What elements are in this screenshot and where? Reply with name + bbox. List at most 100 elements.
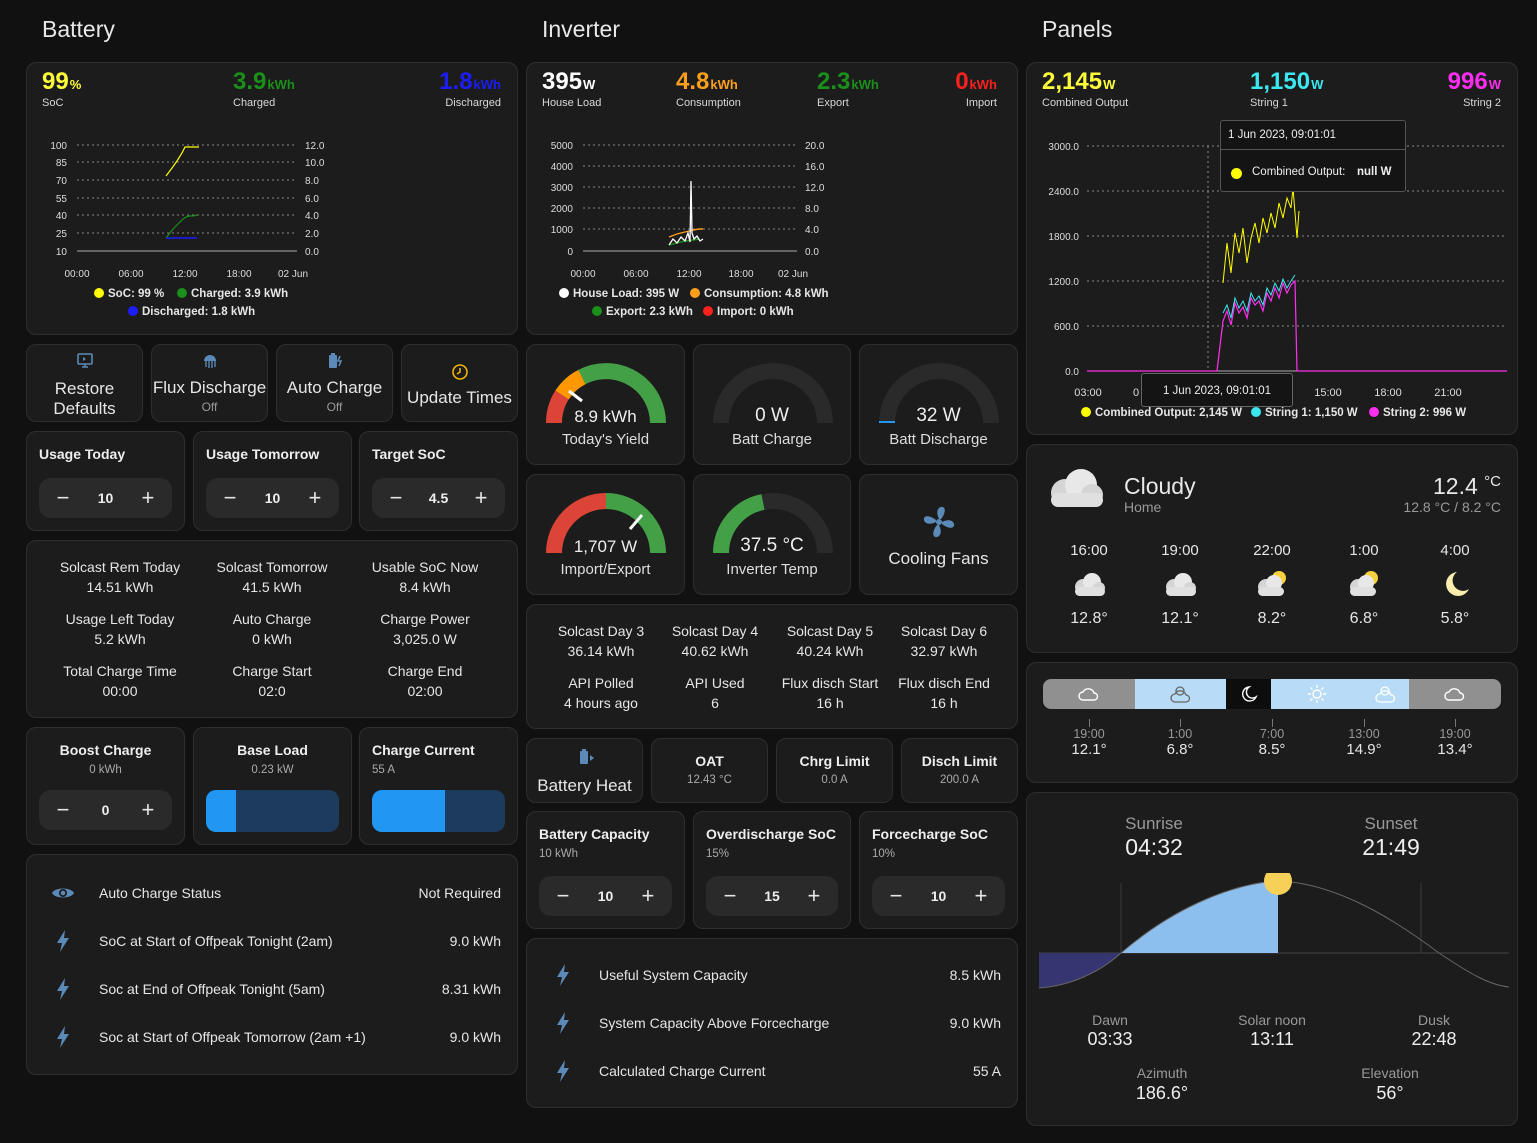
usage-today-value[interactable]: 10 xyxy=(98,490,114,506)
entity-row[interactable]: Calculated Charge Current 55 A xyxy=(527,1047,1017,1095)
entity-row[interactable]: SoC at Start of Offpeak Tonight (2am) 9.0… xyxy=(27,917,517,965)
chrg-limit-card[interactable]: Chrg Limit 0.0 A xyxy=(776,738,893,803)
charge-current-slider[interactable] xyxy=(372,790,505,832)
overdischarge-soc-value[interactable]: 15 xyxy=(764,888,780,904)
info-api-used[interactable]: API Used 6 xyxy=(655,673,775,713)
info-api-polled[interactable]: API Polled 4 hours ago xyxy=(541,673,661,713)
panels-history-card[interactable]: 2,145W Combined Output 1,150W String 1 9… xyxy=(1026,62,1518,435)
flux-discharge-button[interactable]: Flux Discharge Off xyxy=(151,344,268,422)
update-times-button[interactable]: Update Times xyxy=(401,344,518,422)
string-1-unit: W xyxy=(1311,77,1324,92)
boost-charge-value[interactable]: 0 xyxy=(102,802,110,818)
sun-position-card[interactable]: Sunrise 04:32 Sunset 21:49 Dawn 03:33 So… xyxy=(1026,792,1518,1126)
info-charge-power[interactable]: Charge Power 3,025.0 W xyxy=(345,609,505,649)
info-charge-end[interactable]: Charge End 02:00 xyxy=(345,661,505,701)
increment-button[interactable]: + xyxy=(971,883,991,909)
weather-temp-unit: °C xyxy=(1484,473,1501,490)
restore-defaults-button[interactable]: Restore Defaults xyxy=(26,344,143,422)
increment-button[interactable]: + xyxy=(138,797,158,823)
legend-charged[interactable]: Charged: 3.9 kWh xyxy=(191,288,288,300)
legend-house-load[interactable]: House Load: 395 W xyxy=(573,288,679,300)
info-total-charge-time[interactable]: Total Charge Time 00:00 xyxy=(40,661,200,701)
battery-history-card[interactable]: 99% SoC 3.9kWh Charged 1.8kWh Discharged… xyxy=(26,62,518,335)
charge-info-grid: Solcast Rem Today 14.51 kWh Solcast Tomor… xyxy=(26,540,518,718)
weather-forecast-card[interactable]: Cloudy Home 12.4 °C 12.8 °C / 8.2 °C 16:… xyxy=(1026,444,1518,653)
legend-combined[interactable]: Combined Output: 2,145 W xyxy=(1095,407,1242,419)
info-name: Usable SoC Now xyxy=(371,559,479,575)
batt-charge-gauge-card[interactable]: 0 W Batt Charge xyxy=(693,344,851,465)
info-solcast-day-5[interactable]: Solcast Day 5 40.24 kWh xyxy=(770,621,890,661)
usage-today-card: Usage Today − 10 + xyxy=(26,431,185,531)
decrement-button[interactable]: − xyxy=(220,485,240,511)
forecast-temp: 5.8° xyxy=(1440,610,1470,627)
battery-x-tick: 18:00 xyxy=(226,269,251,280)
base-load-title: Base Load xyxy=(237,742,308,758)
decrement-button[interactable]: − xyxy=(386,485,406,511)
legend-export[interactable]: Export: 2.3 kWh xyxy=(606,306,693,318)
tooltip-series: Combined Output: xyxy=(1252,166,1346,178)
timeline-segment-sunny xyxy=(1271,679,1363,709)
info-solcast-day-3[interactable]: Solcast Day 3 36.14 kWh xyxy=(541,621,661,661)
info-flux-disch-end[interactable]: Flux disch End 16 h xyxy=(884,673,1004,713)
info-solcast-day-6[interactable]: Solcast Day 6 32.97 kWh xyxy=(884,621,1004,661)
inverter-history-card[interactable]: 395W House Load 4.8kWh Consumption 2.3kW… xyxy=(526,62,1018,335)
legend-soc[interactable]: SoC: 99 % xyxy=(108,288,164,300)
target-soc-value[interactable]: 4.5 xyxy=(429,490,448,506)
legend-string-2[interactable]: String 2: 996 W xyxy=(1383,407,1466,419)
forcecharge-soc-value[interactable]: 10 xyxy=(931,888,947,904)
inverter-temp-gauge-card[interactable]: 37.5 °C Inverter Temp xyxy=(693,474,851,595)
batt-discharge-label: Batt Discharge xyxy=(889,431,988,448)
decrement-button[interactable]: − xyxy=(553,883,573,909)
info-auto-charge[interactable]: Auto Charge 0 kWh xyxy=(192,609,352,649)
disch-limit-card[interactable]: Disch Limit 200.0 A xyxy=(901,738,1018,803)
entity-row[interactable]: Auto Charge Status Not Required xyxy=(27,869,517,917)
entity-row[interactable]: Useful System Capacity 8.5 kWh xyxy=(527,951,1017,999)
decrement-button[interactable]: − xyxy=(886,883,906,909)
usage-today-title: Usage Today xyxy=(39,446,126,462)
weather-temperature: 12.4 °C xyxy=(1433,473,1501,500)
batt-discharge-gauge-card[interactable]: 32 W Batt Discharge xyxy=(859,344,1018,465)
battery-heat-button[interactable]: Battery Heat xyxy=(526,738,643,803)
info-usage-left-today[interactable]: Usage Left Today 5.2 kWh xyxy=(40,609,200,649)
info-solcast-rem-today[interactable]: Solcast Rem Today 14.51 kWh xyxy=(40,557,200,597)
battery-heat-icon xyxy=(580,749,594,764)
base-load-slider[interactable] xyxy=(206,790,339,832)
increment-button[interactable]: + xyxy=(804,883,824,909)
info-solcast-day-4[interactable]: Solcast Day 4 40.62 kWh xyxy=(655,621,775,661)
auto-charge-button[interactable]: Auto Charge Off xyxy=(276,344,393,422)
combined-output-value: 2,145 xyxy=(1042,68,1103,95)
info-name: Solcast Day 3 xyxy=(557,623,645,639)
oat-card[interactable]: OAT 12.43 °C xyxy=(651,738,768,803)
increment-button[interactable]: + xyxy=(471,485,491,511)
battery-capacity-value[interactable]: 10 xyxy=(598,888,614,904)
panels-left-tick: 0.0 xyxy=(1065,367,1079,378)
info-name: Usage Left Today xyxy=(65,611,175,627)
legend-import[interactable]: Import: 0 kWh xyxy=(717,306,794,318)
legend-discharged[interactable]: Discharged: 1.8 kWh xyxy=(142,306,255,318)
increment-button[interactable]: + xyxy=(305,485,325,511)
info-usable-soc-now[interactable]: Usable SoC Now 8.4 kWh xyxy=(345,557,505,597)
cooling-fans-button[interactable]: Cooling Fans xyxy=(859,474,1018,595)
info-charge-start[interactable]: Charge Start 02:0 xyxy=(192,661,352,701)
partly-cloudy-icon xyxy=(1350,571,1378,596)
timeline-tick: 19:00 12.1° xyxy=(1054,719,1124,758)
info-solcast-tomorrow[interactable]: Solcast Tomorrow 41.5 kWh xyxy=(192,557,352,597)
entity-row[interactable]: System Capacity Above Forcecharge 9.0 kWh xyxy=(527,999,1017,1047)
decrement-button[interactable]: − xyxy=(53,797,73,823)
import-export-gauge-card[interactable]: 1,707 W Import/Export xyxy=(526,474,685,595)
weather-timeline-card[interactable]: 19:00 12.1° 1:00 6.8° 7:00 8.5° 13:00 14.9° … xyxy=(1026,662,1518,783)
increment-button[interactable]: + xyxy=(138,485,158,511)
decrement-button[interactable]: − xyxy=(720,883,740,909)
usage-tomorrow-value[interactable]: 10 xyxy=(265,490,281,506)
decrement-button[interactable]: − xyxy=(53,485,73,511)
todays-yield-gauge-card[interactable]: 8.9 kWh Today's Yield xyxy=(526,344,685,465)
entity-row[interactable]: Soc at Start of Offpeak Tomorrow (2am +1… xyxy=(27,1013,517,1061)
inverter-left-ticks: 5000 4000 3000 2000 1000 0 xyxy=(551,141,574,258)
timeline-time: 7:00 xyxy=(1259,727,1285,741)
legend-string-1[interactable]: String 1: 1,150 W xyxy=(1265,407,1358,419)
legend-consumption[interactable]: Consumption: 4.8 kWh xyxy=(704,288,829,300)
increment-button[interactable]: + xyxy=(638,883,658,909)
info-flux-disch-start[interactable]: Flux disch Start 16 h xyxy=(770,673,890,713)
entity-row[interactable]: Soc at End of Offpeak Tonight (5am) 8.31 … xyxy=(27,965,517,1013)
info-value: 36.14 kWh xyxy=(567,643,635,659)
